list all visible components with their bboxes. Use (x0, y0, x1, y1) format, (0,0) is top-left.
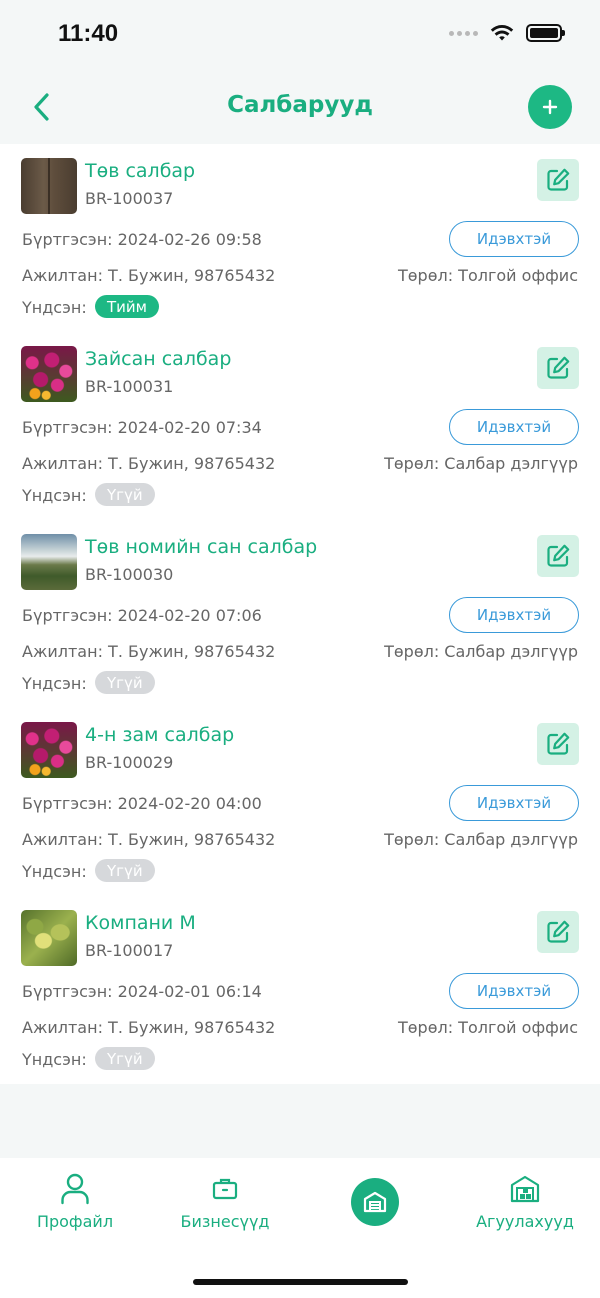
branch-employee: Ажилтан: Т. Бужин, 98765432 (22, 266, 276, 285)
branch-type: Төрөл: Салбар дэлгүүр (384, 454, 578, 473)
status-badge[interactable]: Идэвхтэй (449, 221, 579, 257)
branch-employee: Ажилтан: Т. Бужин, 98765432 (22, 1018, 276, 1037)
tab-warehouses-label: Агуулахууд (476, 1212, 574, 1231)
tab-profile-label: Профайл (36, 1212, 114, 1231)
branch-code: BR-100029 (85, 753, 174, 772)
user-icon (61, 1173, 89, 1205)
status-badge[interactable]: Идэвхтэй (449, 785, 579, 821)
main-badge: Үгүй (95, 483, 155, 506)
edit-icon (547, 356, 570, 379)
tab-businesses-label: Бизнесүүд (180, 1212, 270, 1231)
branch-thumbnail (21, 722, 77, 778)
battery-icon (526, 24, 565, 42)
edit-icon (547, 168, 570, 191)
status-badge[interactable]: Идэвхтэй (449, 973, 579, 1009)
main-badge: Тийм (95, 295, 159, 318)
edit-icon (547, 732, 570, 755)
main-badge: Үгүй (95, 671, 155, 694)
main-label: Үндсэн: (22, 486, 87, 505)
branch-registered: Бүртгэсэн: 2024-02-20 07:06 (22, 606, 262, 625)
branch-name: Компани М (85, 912, 196, 934)
branch-employee: Ажилтан: Т. Бужин, 98765432 (22, 454, 276, 473)
status-time: 11:40 (58, 20, 119, 47)
branch-name: Төв номийн сан салбар (85, 536, 318, 558)
main-label: Үндсэн: (22, 1050, 87, 1069)
tab-businesses[interactable]: Бизнесүүд (170, 1172, 280, 1231)
tab-profile[interactable]: Профайл (28, 1172, 122, 1231)
main-badge: Үгүй (95, 1047, 155, 1070)
tab-warehouses[interactable]: Агуулахууд (468, 1172, 582, 1231)
edit-button[interactable] (537, 535, 579, 577)
branch-registered: Бүртгэсэн: 2024-02-01 06:14 (22, 982, 262, 1001)
tab-branches[interactable] (351, 1178, 399, 1226)
branch-card[interactable]: 4-н зам салбар BR-100029 Бүртгэсэн: 2024… (0, 708, 600, 896)
status-badge[interactable]: Идэвхтэй (449, 409, 579, 445)
branch-thumbnail (21, 346, 77, 402)
branch-name: 4-н зам салбар (85, 724, 235, 746)
branch-registered: Бүртгэсэн: 2024-02-26 09:58 (22, 230, 262, 249)
store-icon (363, 1191, 387, 1213)
edit-button[interactable] (537, 347, 579, 389)
branch-thumbnail (21, 158, 77, 214)
main-label: Үндсэн: (22, 862, 87, 881)
edit-button[interactable] (537, 723, 579, 765)
wifi-icon (490, 25, 514, 41)
plus-icon (542, 99, 558, 115)
branch-thumbnail (21, 534, 77, 590)
warehouse-icon (510, 1175, 540, 1203)
branch-card[interactable]: Компани М BR-100017 Бүртгэсэн: 2024-02-0… (0, 896, 600, 1084)
branch-name: Төв салбар (85, 160, 196, 182)
main-badge: Үгүй (95, 859, 155, 882)
branch-code: BR-100031 (85, 377, 174, 396)
branch-card[interactable]: Зайсан салбар BR-100031 Бүртгэсэн: 2024-… (0, 332, 600, 520)
edit-icon (547, 920, 570, 943)
edit-button[interactable] (537, 911, 579, 953)
main-label: Үндсэн: (22, 298, 87, 317)
branch-code: BR-100037 (85, 189, 174, 208)
status-badge[interactable]: Идэвхтэй (449, 597, 579, 633)
branch-card[interactable]: Төв номийн сан салбар BR-100030 Бүртгэсэ… (0, 520, 600, 708)
status-bar: 11:40 (0, 0, 600, 70)
branch-type: Төрөл: Толгой оффис (397, 266, 578, 285)
page-title: Салбарууд (227, 92, 373, 118)
branch-registered: Бүртгэсэн: 2024-02-20 04:00 (22, 794, 262, 813)
branch-card[interactable]: Төв салбар BR-100037 Бүртгэсэн: 2024-02-… (0, 144, 600, 332)
branch-registered: Бүртгэсэн: 2024-02-20 07:34 (22, 418, 262, 437)
main-label: Үндсэн: (22, 674, 87, 693)
branch-employee: Ажилтан: Т. Бужин, 98765432 (22, 642, 276, 661)
nav-bar: Салбарууд (0, 70, 600, 144)
edit-button[interactable] (537, 159, 579, 201)
branch-type: Төрөл: Салбар дэлгүүр (384, 830, 578, 849)
branch-list: Төв салбар BR-100037 Бүртгэсэн: 2024-02-… (0, 144, 600, 1084)
branch-type: Төрөл: Толгой оффис (397, 1018, 578, 1037)
status-icons (449, 24, 565, 42)
edit-icon (547, 544, 570, 567)
branch-type: Төрөл: Салбар дэлгүүр (384, 642, 578, 661)
signal-icon (449, 30, 478, 36)
branch-name: Зайсан салбар (85, 348, 232, 370)
branch-thumbnail (21, 910, 77, 966)
branch-code: BR-100017 (85, 941, 174, 960)
branch-employee: Ажилтан: Т. Бужин, 98765432 (22, 830, 276, 849)
add-branch-button[interactable] (528, 85, 572, 129)
home-indicator (193, 1279, 408, 1285)
tab-bar: Профайл Бизнесүүд Агуулахууд (0, 1158, 600, 1298)
briefcase-icon (212, 1178, 238, 1200)
branch-code: BR-100030 (85, 565, 174, 584)
